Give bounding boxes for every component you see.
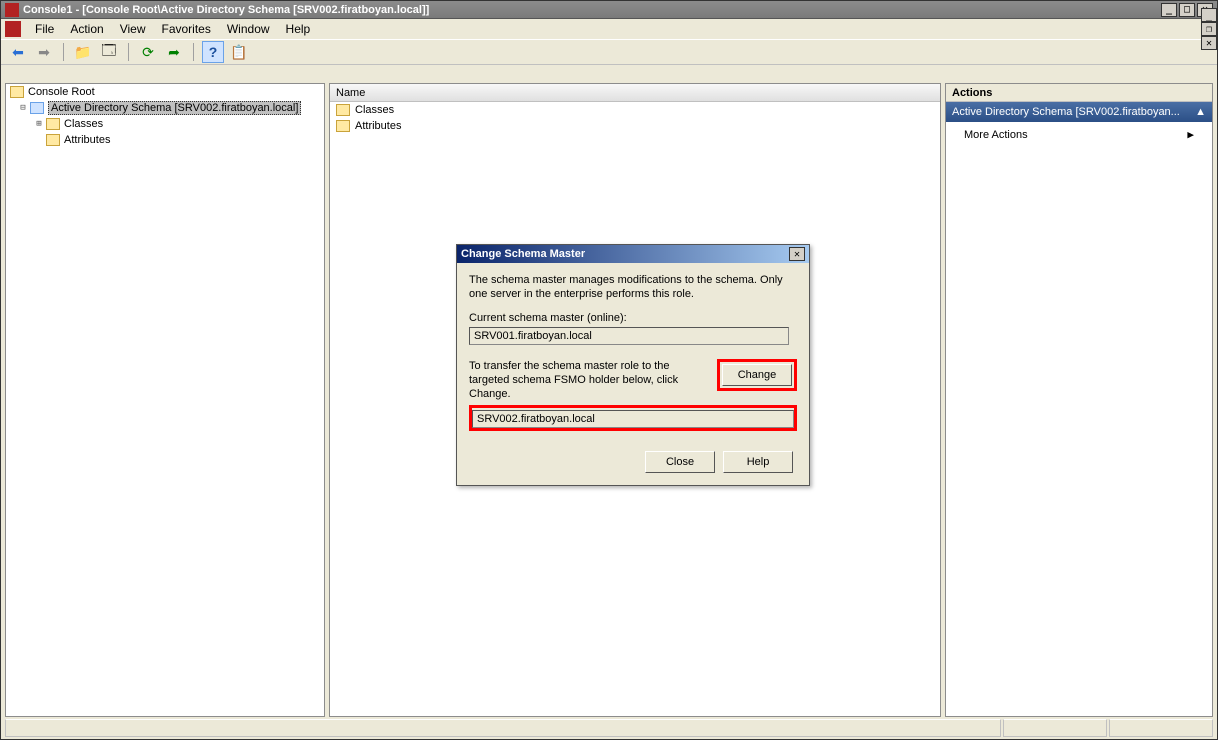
dialog-close-button[interactable]: ✕	[789, 247, 805, 261]
close-button[interactable]: Close	[645, 451, 715, 473]
tree-root[interactable]: Console Root	[6, 84, 324, 100]
tree-schema[interactable]: ⊟ Active Directory Schema [SRV002.firatb…	[6, 100, 324, 116]
transfer-text: To transfer the schema master role to th…	[469, 359, 709, 401]
properties-button[interactable]: 📋	[228, 41, 250, 63]
current-master-field: SRV001.firatboyan.local	[469, 327, 789, 345]
column-name[interactable]: Name	[336, 87, 365, 99]
actions-title-label: Active Directory Schema [SRV002.firatboy…	[952, 106, 1180, 118]
actions-pane: Actions Active Directory Schema [SRV002.…	[945, 83, 1213, 717]
change-button-highlight: Change	[717, 359, 797, 391]
dialog-body: The schema master manages modifications …	[457, 263, 809, 441]
menu-action[interactable]: Action	[62, 19, 111, 39]
dialog-titlebar[interactable]: Change Schema Master ✕	[457, 245, 809, 263]
window-title: Console1 - [Console Root\Active Director…	[23, 4, 1161, 16]
list-item-label: Classes	[355, 104, 394, 116]
target-master-field: SRV002.firatboyan.local	[472, 410, 794, 428]
actions-more[interactable]: More Actions ▶	[946, 122, 1212, 147]
list-header[interactable]: Name	[330, 84, 940, 102]
app-menu-icon[interactable]	[5, 21, 21, 37]
dialog-description: The schema master manages modifications …	[469, 273, 797, 301]
chevron-right-icon: ▶	[1187, 128, 1194, 141]
tree-schema-label: Active Directory Schema [SRV002.firatboy…	[48, 101, 301, 115]
refresh-button[interactable]: ⟳	[137, 41, 159, 63]
menubar: File Action View Favorites Window Help _…	[1, 19, 1217, 39]
menu-file[interactable]: File	[27, 19, 62, 39]
tree-attributes-label: Attributes	[64, 134, 110, 146]
dialog-title: Change Schema Master	[461, 248, 585, 260]
status-cell	[5, 719, 1001, 737]
help-button[interactable]: ?	[202, 41, 224, 63]
help-button[interactable]: Help	[723, 451, 793, 473]
forward-button[interactable]: ➡	[33, 41, 55, 63]
current-master-label: Current schema master (online):	[469, 311, 797, 325]
change-button[interactable]: Change	[722, 364, 792, 386]
toolbar: ⬅ ➡ 📁 🗔 ⟳ ➦ ? 📋	[1, 39, 1217, 65]
list-item[interactable]: Classes	[330, 102, 940, 118]
change-schema-master-dialog: Change Schema Master ✕ The schema master…	[456, 244, 810, 486]
status-cell	[1003, 719, 1107, 737]
folder-icon	[46, 134, 60, 146]
menu-window[interactable]: Window	[219, 19, 278, 39]
folder-icon	[336, 120, 350, 132]
actions-more-label: More Actions	[964, 129, 1028, 141]
tree-root-label: Console Root	[28, 86, 95, 98]
mdi-restore-button[interactable]: ❐	[1201, 22, 1217, 36]
folder-icon	[46, 118, 60, 130]
tree-classes-label: Classes	[64, 118, 103, 130]
target-field-highlight: SRV002.firatboyan.local	[469, 405, 797, 431]
mdi-close-button[interactable]: ✕	[1201, 36, 1217, 50]
status-cell	[1109, 719, 1213, 737]
statusbar	[5, 719, 1213, 737]
menu-view[interactable]: View	[112, 19, 154, 39]
up-button[interactable]: 📁	[72, 41, 94, 63]
show-hide-tree-button[interactable]: 🗔	[98, 41, 120, 63]
menu-favorites[interactable]: Favorites	[154, 19, 219, 39]
expand-icon[interactable]: ⊞	[34, 119, 44, 129]
actions-header: Actions	[946, 84, 1212, 102]
actions-context-title[interactable]: Active Directory Schema [SRV002.firatboy…	[946, 102, 1212, 122]
menu-help[interactable]: Help	[278, 19, 319, 39]
collapse-icon[interactable]: ⊟	[18, 103, 28, 113]
tree-classes[interactable]: ⊞ Classes	[6, 116, 324, 132]
collapse-arrow-icon: ▲	[1195, 106, 1206, 118]
folder-icon	[336, 104, 350, 116]
tree-attributes[interactable]: Attributes	[6, 132, 324, 148]
app-icon	[5, 3, 19, 17]
folder-icon	[10, 86, 24, 98]
maximize-button[interactable]: □	[1179, 3, 1195, 17]
titlebar[interactable]: Console1 - [Console Root\Active Director…	[1, 1, 1217, 19]
tree-pane[interactable]: Console Root ⊟ Active Directory Schema […	[5, 83, 325, 717]
dialog-buttons: Close Help	[457, 441, 809, 485]
export-button[interactable]: ➦	[163, 41, 185, 63]
schema-icon	[30, 102, 44, 114]
minimize-button[interactable]: _	[1161, 3, 1177, 17]
list-item-label: Attributes	[355, 120, 401, 132]
mdi-minimize-button[interactable]: _	[1201, 8, 1217, 22]
back-button[interactable]: ⬅	[7, 41, 29, 63]
list-item[interactable]: Attributes	[330, 118, 940, 134]
